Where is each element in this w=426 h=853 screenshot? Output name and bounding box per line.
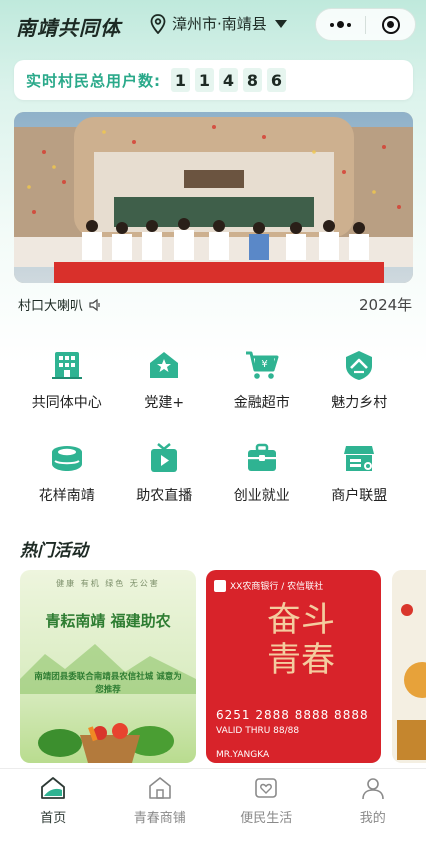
banner-photo [14, 112, 413, 283]
tab-label: 我的 [359, 811, 386, 826]
tab-label: 便民生活 [240, 811, 293, 826]
broadcast-ticker[interactable]: 2024年 [359, 294, 426, 315]
activity-card[interactable]: 健康 有机 绿色 无公害 青耘南靖 福建助农 南靖团县委联合南靖县农信社城 诚意… [20, 570, 196, 763]
user-counter: 实时村民总用户数: 1 1 4 8 6 [14, 60, 413, 100]
grid-item-label: 共同体中心 [31, 395, 102, 411]
village-shield-icon [341, 347, 377, 383]
tab-label: 首页 [40, 811, 67, 826]
tulou-icon [49, 440, 85, 476]
activity-card[interactable] [392, 570, 426, 763]
village-broadcast[interactable]: 村口大喇叭 [18, 295, 102, 314]
location-pin-icon [150, 13, 166, 34]
counter-digit: 8 [243, 68, 262, 92]
broadcast-title: 村口大喇叭 [18, 299, 84, 314]
home-icon [39, 775, 67, 801]
card-number: 6251 2888 8888 8888 [216, 708, 369, 722]
close-miniprogram-icon[interactable] [366, 15, 415, 34]
location-text: 漳州市·南靖县 [172, 15, 267, 33]
card-tags: 健康 有机 绿色 无公害 [56, 579, 160, 588]
tab-convenient-life[interactable]: 便民生活 [213, 775, 319, 853]
card-calligraphy: 奋斗 青春 [267, 600, 335, 680]
shop-icon [146, 775, 174, 801]
location-selector[interactable]: 漳州市·南靖县 [150, 13, 287, 34]
grid-item-label: 创业就业 [233, 488, 290, 504]
grid-item-merchant-alliance[interactable]: 商户联盟 [311, 440, 409, 505]
miniprogram-capsule [315, 8, 416, 41]
grid-item-party-building[interactable]: 党建+ [116, 347, 214, 412]
user-icon [359, 775, 387, 801]
grid-item-finance-market[interactable]: ¥ 金融超市 [213, 347, 311, 412]
briefcase-icon [244, 440, 280, 476]
hot-activities-title: 热门活动 [20, 541, 88, 561]
counter-digit: 1 [171, 68, 190, 92]
more-options-icon[interactable] [316, 21, 365, 28]
tab-home[interactable]: 首页 [0, 775, 106, 853]
speaker-icon [89, 298, 100, 311]
grid-item-label: 助农直播 [136, 488, 193, 504]
tab-label: 青春商铺 [133, 811, 186, 826]
card-valid-thru: VALID THRU 88/88 [216, 726, 300, 736]
building-icon [49, 347, 85, 383]
grid-item-community-center[interactable]: 共同体中心 [18, 347, 116, 412]
svg-text:¥: ¥ [261, 359, 267, 370]
grid-item-charming-village[interactable]: 魅力乡村 [311, 347, 409, 412]
bottom-tab-bar: 首页 青春商铺 便民生活 我的 [0, 768, 426, 853]
grid-item-huayang-nanjing[interactable]: 花样南靖 [18, 440, 116, 505]
bank-logo-icon [214, 579, 226, 592]
grid-item-label: 商户联盟 [331, 488, 388, 504]
app-title: 南靖共同体 [16, 16, 121, 40]
counter-digit: 6 [267, 68, 286, 92]
store-icon [341, 440, 377, 476]
card-holder: MR.YANGKA [216, 750, 270, 760]
party-house-icon [146, 347, 182, 383]
grid-item-agri-live[interactable]: 助农直播 [116, 440, 214, 505]
vegetable-basket-illustration [38, 723, 174, 763]
tab-youth-shop[interactable]: 青春商铺 [107, 775, 213, 853]
counter-digits: 1 1 4 8 6 [171, 68, 286, 92]
card-note: 南靖团县委联合南靖县农信社城 诚意为您推荐 [34, 672, 182, 695]
activity-card[interactable]: XX农商银行 / 农信联社 奋斗 青春 6251 2888 8888 8888 … [206, 570, 381, 763]
counter-digit: 1 [195, 68, 214, 92]
chevron-down-icon [274, 19, 287, 28]
feature-grid: 共同体中心 党建+ ¥ 金融超市 魅力乡村 花样南靖 助农直播 创业就业 商户联… [18, 347, 408, 505]
grid-item-label: 花样南靖 [38, 488, 95, 504]
shopping-cart-icon: ¥ [244, 347, 280, 383]
tab-mine[interactable]: 我的 [320, 775, 426, 853]
activity-carousel[interactable]: 健康 有机 绿色 无公害 青耘南靖 福建助农 南靖团县委联合南靖县农信社城 诚意… [18, 570, 426, 763]
grid-item-label: 金融超市 [233, 395, 290, 411]
counter-digit: 4 [219, 68, 238, 92]
counter-label: 实时村民总用户数: [26, 71, 161, 90]
live-play-icon [146, 440, 182, 476]
grid-item-label: 党建+ [144, 395, 185, 411]
banner-carousel[interactable] [14, 112, 413, 283]
bank-name: XX农商银行 / 农信联社 [214, 579, 323, 592]
card-thumbnail [392, 570, 426, 763]
grid-item-label: 魅力乡村 [331, 395, 388, 411]
grid-item-employment[interactable]: 创业就业 [213, 440, 311, 505]
heart-card-icon [252, 775, 280, 801]
card-slogan: 青耘南靖 福建助农 [45, 612, 171, 630]
